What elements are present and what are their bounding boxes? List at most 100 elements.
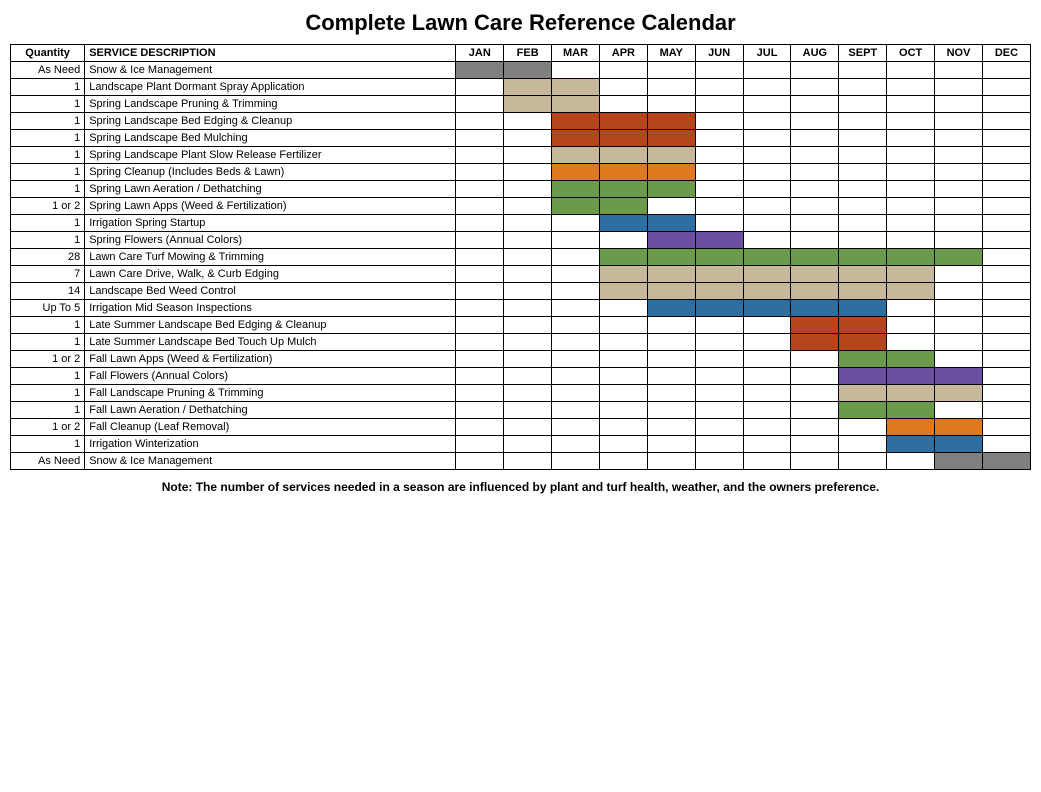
table-row: 1Spring Landscape Bed Mulching [11,130,1031,147]
header-dec: DEC [982,45,1030,62]
row-quantity: As Need [11,453,85,470]
row-month-cell [695,147,743,164]
row-month-cell [839,266,887,283]
row-month-cell [743,249,791,266]
row-month-cell [791,232,839,249]
calendar-table: Quantity SERVICE DESCRIPTION JAN FEB MAR… [10,44,1031,470]
row-month-cell [647,198,695,215]
row-month-cell [982,215,1030,232]
row-month-cell [743,368,791,385]
row-month-cell [839,368,887,385]
row-month-cell [456,79,504,96]
row-month-cell [647,62,695,79]
row-quantity: 1 [11,385,85,402]
row-description: Fall Cleanup (Leaf Removal) [85,419,456,436]
row-month-cell [552,402,600,419]
row-month-cell [647,147,695,164]
row-month-cell [647,453,695,470]
row-quantity: 7 [11,266,85,283]
row-month-cell [552,266,600,283]
row-quantity: Up To 5 [11,300,85,317]
row-month-cell [887,62,935,79]
row-month-cell [743,317,791,334]
row-month-cell [887,147,935,164]
row-month-cell [743,130,791,147]
row-month-cell [982,232,1030,249]
row-month-cell [695,266,743,283]
page-title: Complete Lawn Care Reference Calendar [10,10,1031,36]
table-row: As NeedSnow & Ice Management [11,453,1031,470]
row-month-cell [791,453,839,470]
row-quantity: 14 [11,283,85,300]
row-month-cell [552,419,600,436]
row-month-cell [887,96,935,113]
row-month-cell [839,351,887,368]
row-month-cell [504,130,552,147]
row-month-cell [599,62,647,79]
row-month-cell [599,198,647,215]
row-month-cell [791,436,839,453]
row-month-cell [504,232,552,249]
row-month-cell [743,232,791,249]
row-description: Irrigation Spring Startup [85,215,456,232]
row-month-cell [743,283,791,300]
row-month-cell [791,62,839,79]
row-month-cell [935,419,983,436]
row-month-cell [599,300,647,317]
row-month-cell [887,113,935,130]
row-month-cell [982,249,1030,266]
row-month-cell [887,351,935,368]
table-row: 1Late Summer Landscape Bed Edging & Clea… [11,317,1031,334]
row-month-cell [791,300,839,317]
table-row: 14Landscape Bed Weed Control [11,283,1031,300]
header-may: MAY [647,45,695,62]
row-month-cell [982,79,1030,96]
row-quantity: 1 [11,402,85,419]
row-month-cell [456,334,504,351]
row-month-cell [935,351,983,368]
row-month-cell [552,62,600,79]
row-month-cell [791,215,839,232]
row-month-cell [456,147,504,164]
row-month-cell [791,334,839,351]
row-month-cell [839,283,887,300]
row-month-cell [935,62,983,79]
header-oct: OCT [887,45,935,62]
row-description: Landscape Plant Dormant Spray Applicatio… [85,79,456,96]
table-row: 1Spring Lawn Aeration / Dethatching [11,181,1031,198]
row-month-cell [982,283,1030,300]
row-month-cell [887,232,935,249]
row-month-cell [504,419,552,436]
row-quantity: 1 or 2 [11,351,85,368]
row-month-cell [456,283,504,300]
row-month-cell [647,232,695,249]
row-month-cell [935,266,983,283]
row-month-cell [647,402,695,419]
row-month-cell [887,164,935,181]
row-month-cell [695,453,743,470]
table-row: 1Late Summer Landscape Bed Touch Up Mulc… [11,334,1031,351]
row-month-cell [743,79,791,96]
row-month-cell [552,79,600,96]
row-month-cell [887,385,935,402]
row-month-cell [599,385,647,402]
row-month-cell [552,215,600,232]
row-month-cell [839,402,887,419]
row-month-cell [552,385,600,402]
header-jun: JUN [695,45,743,62]
row-month-cell [695,402,743,419]
row-month-cell [647,113,695,130]
row-month-cell [743,147,791,164]
row-month-cell [552,181,600,198]
row-month-cell [791,113,839,130]
row-month-cell [599,79,647,96]
row-description: Spring Lawn Apps (Weed & Fertilization) [85,198,456,215]
table-row: 1Spring Landscape Plant Slow Release Fer… [11,147,1031,164]
row-month-cell [839,436,887,453]
row-month-cell [935,385,983,402]
row-month-cell [599,181,647,198]
row-month-cell [982,419,1030,436]
row-month-cell [887,215,935,232]
row-month-cell [743,198,791,215]
row-month-cell [456,317,504,334]
